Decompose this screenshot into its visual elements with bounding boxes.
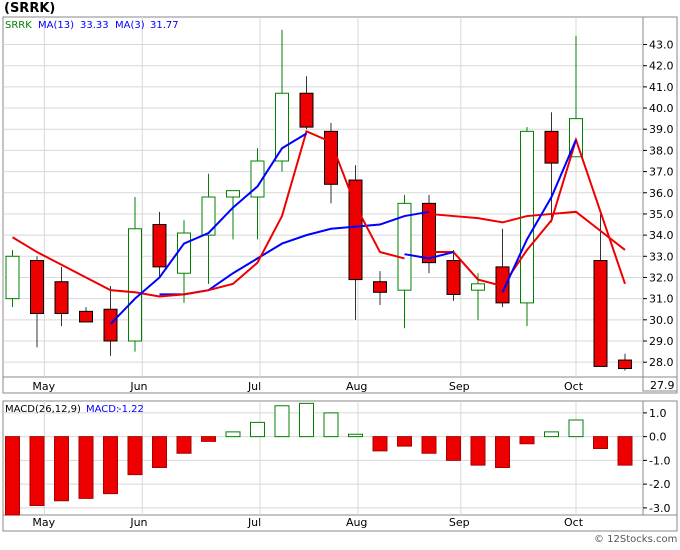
macd-bar bbox=[29, 436, 45, 506]
price-y-tick-label: 33.0 bbox=[649, 250, 674, 263]
macd-bar bbox=[78, 436, 94, 499]
price-y-tick-label: 40.0 bbox=[649, 102, 674, 115]
price-y-tick-label: 32.0 bbox=[649, 271, 674, 284]
candle-body bbox=[446, 260, 461, 295]
macd-bar bbox=[372, 436, 388, 452]
macd-bar bbox=[348, 433, 363, 438]
price-panel-frame bbox=[2, 16, 644, 378]
candle-body bbox=[103, 308, 118, 342]
candle-body bbox=[54, 281, 69, 314]
macd-bar bbox=[519, 436, 535, 445]
candle-body bbox=[373, 281, 387, 293]
watermark: © 12Stocks.com bbox=[594, 534, 677, 545]
candle-body bbox=[128, 228, 142, 342]
last-price-label: 27.9 bbox=[650, 379, 675, 392]
macd-y-tick-label: 1.0 bbox=[649, 407, 667, 420]
price-y-tick-label: 35.0 bbox=[649, 208, 674, 221]
candle-body bbox=[299, 92, 314, 128]
price-y-tick-label: 34.0 bbox=[649, 229, 674, 242]
legend-ma3-label: MA(3) bbox=[115, 20, 145, 31]
macd-bar bbox=[323, 412, 339, 438]
price-y-tick-label: 43.0 bbox=[649, 39, 674, 52]
macd-y-tick-label: -1.0 bbox=[649, 454, 670, 467]
price-month-label: Sep bbox=[449, 380, 470, 393]
macd-bar bbox=[250, 421, 265, 438]
legend-ma13-value: 33.33 bbox=[80, 20, 109, 31]
price-y-tick-label: 37.0 bbox=[649, 166, 674, 179]
macd-bar bbox=[54, 436, 69, 502]
price-month-label: Jul bbox=[247, 380, 261, 393]
macd-bar bbox=[201, 436, 216, 442]
macd-bar bbox=[568, 419, 584, 438]
candle-body bbox=[544, 130, 559, 164]
price-y-tick-label: 38.0 bbox=[649, 144, 674, 157]
macd-bar bbox=[421, 436, 437, 454]
macd-bar bbox=[152, 436, 167, 468]
price-y-tick-label: 39.0 bbox=[649, 123, 674, 136]
candle-body bbox=[5, 255, 20, 300]
price-y-tick-label: 30.0 bbox=[649, 314, 674, 327]
candle-body bbox=[275, 92, 289, 162]
macd-month-label: Jul bbox=[247, 516, 261, 529]
chart-canvas: 28.0 29.0 30.0 31.0 32.0 33.0 34.0 35.0 36.0 37.0… bbox=[2, 1, 678, 545]
macd-y-tick-label: -3.0 bbox=[649, 502, 670, 515]
macd-bar bbox=[176, 436, 192, 454]
macd-bar bbox=[593, 436, 608, 449]
macd-bar bbox=[127, 436, 143, 476]
macd-month-label: Aug bbox=[346, 516, 367, 529]
macd-bar bbox=[544, 431, 559, 438]
stock-chart: 28.0 29.0 30.0 31.0 32.0 33.0 34.0 35.0 36.0 37.0… bbox=[0, 0, 680, 546]
price-y-tick-label: 28.0 bbox=[649, 356, 674, 369]
candle-body bbox=[30, 260, 44, 314]
macd-bar bbox=[397, 436, 412, 447]
chart-title: (SRRK) bbox=[4, 1, 55, 16]
candle-body bbox=[226, 190, 240, 198]
macd-bar bbox=[617, 436, 633, 466]
macd-legend-key: MACD: bbox=[86, 404, 119, 415]
macd-month-label: Oct bbox=[564, 516, 584, 529]
price-month-label: May bbox=[32, 380, 55, 393]
candle-body bbox=[593, 260, 608, 367]
macd-bar bbox=[299, 402, 314, 438]
macd-y-tick-label: 0.0 bbox=[649, 431, 667, 444]
price-month-label: Oct bbox=[564, 380, 584, 393]
macd-bar bbox=[274, 405, 290, 438]
macd-bar bbox=[495, 436, 510, 468]
macd-y-tick-label: -2.0 bbox=[649, 478, 670, 491]
price-y-tick-label: 29.0 bbox=[649, 335, 674, 348]
legend-symbol: SRRK bbox=[5, 20, 32, 31]
macd-bar bbox=[5, 436, 20, 516]
price-y-tick-label: 36.0 bbox=[649, 187, 674, 200]
macd-panel-frame bbox=[2, 400, 644, 516]
price-month-label: Aug bbox=[346, 380, 367, 393]
price-y-tick-label: 31.0 bbox=[649, 293, 674, 306]
price-y-tick-label: 42.0 bbox=[649, 60, 674, 73]
price-y-tick-label: 41.0 bbox=[649, 81, 674, 94]
candle-body bbox=[79, 310, 93, 323]
macd-month-label: Sep bbox=[449, 516, 470, 529]
macd-bar bbox=[446, 436, 461, 461]
candle-body bbox=[618, 359, 632, 370]
legend-ma3-value: 31.77 bbox=[150, 20, 179, 31]
candle-body bbox=[152, 224, 167, 268]
macd-legend-label: MACD(26,12,9) bbox=[5, 404, 81, 415]
macd-bar bbox=[225, 431, 241, 438]
macd-bar bbox=[103, 436, 118, 495]
macd-bar bbox=[470, 436, 486, 466]
candle-body bbox=[471, 283, 485, 291]
legend-ma13-label: MA(13) bbox=[38, 20, 74, 31]
macd-month-label: Jun bbox=[129, 516, 147, 529]
macd-legend-value: -1.22 bbox=[118, 404, 144, 415]
candle-body bbox=[177, 232, 191, 274]
macd-month-label: May bbox=[32, 516, 55, 529]
price-month-label: Jun bbox=[129, 380, 147, 393]
